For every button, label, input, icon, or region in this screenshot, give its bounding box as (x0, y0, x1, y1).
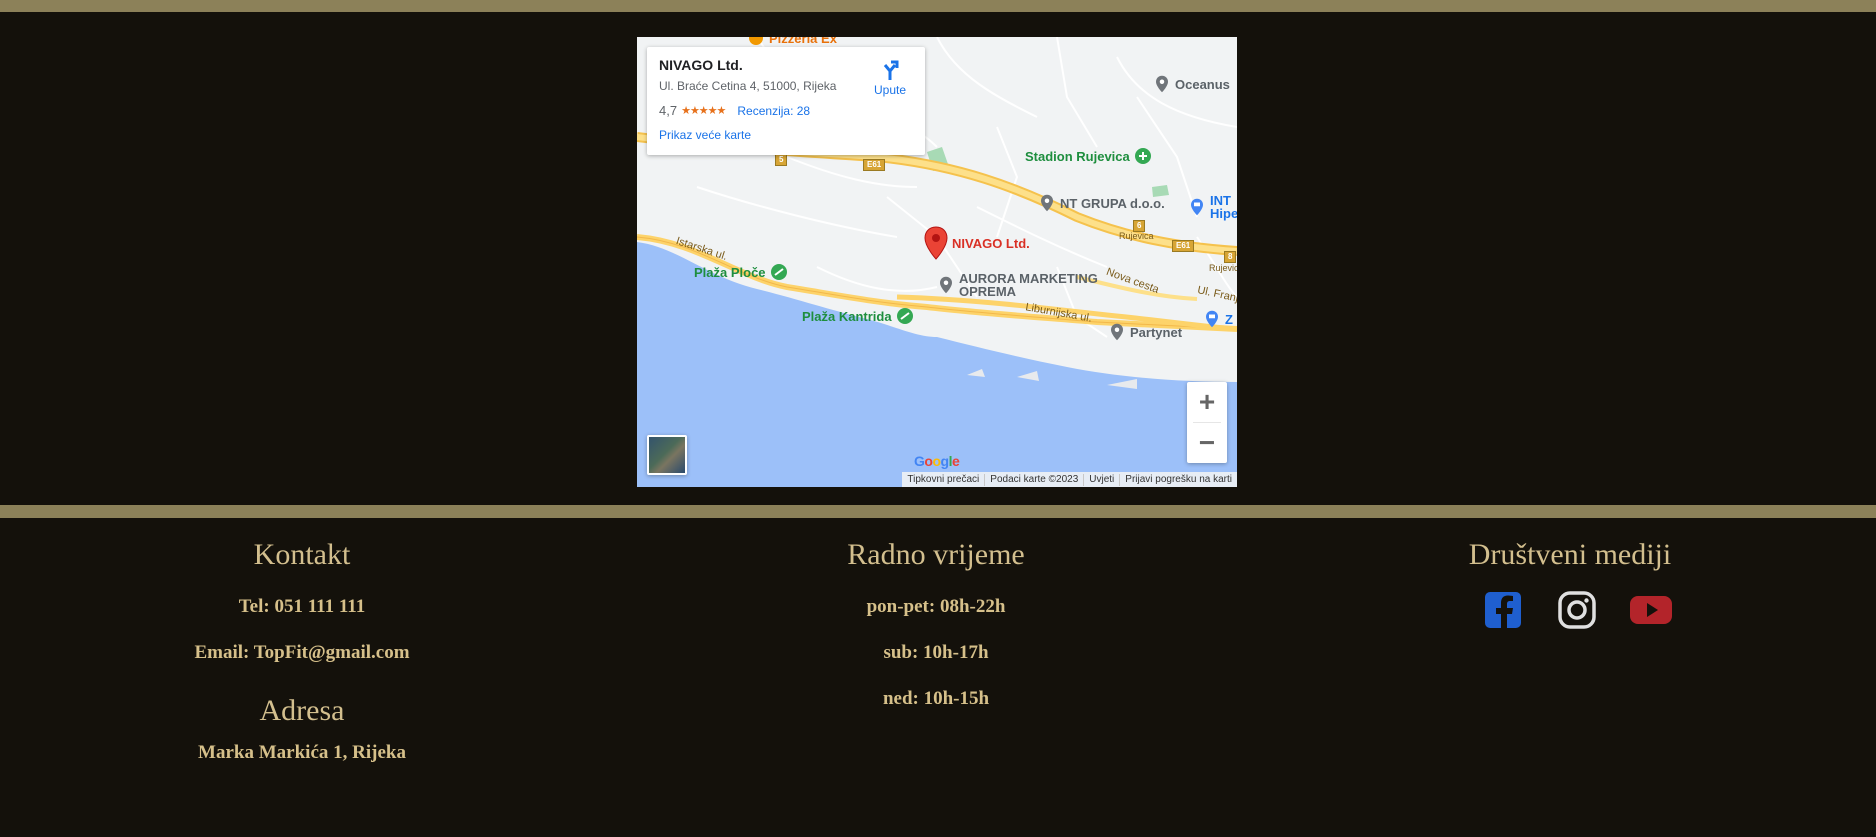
place-info-card: NIVAGO Ltd. Ul. Braće Cetina 4, 51000, R… (647, 47, 925, 155)
location-pin-icon (1041, 194, 1053, 212)
report-error-link[interactable]: Prijavi pogrešku na karti (1119, 473, 1237, 486)
location-pin-icon (1111, 323, 1123, 341)
place-aurora-marketing[interactable]: AURORA MARKETING OPREMA (937, 272, 1098, 298)
road-shield: E61 (863, 159, 886, 171)
place-label: Hipe (1210, 206, 1237, 221)
social-heading: Društveni mediji (1468, 538, 1672, 571)
bigger-map-link[interactable]: Prikaz veće karte (659, 128, 913, 142)
hours-weekdays: pon-pet: 08h-22h (866, 596, 1006, 617)
google-logo: Google (914, 453, 960, 469)
place-nt-grupa[interactable]: NT GRUPA d.o.o. (1038, 194, 1165, 212)
place-nivago[interactable]: NIVAGO Ltd. (924, 226, 1030, 260)
hours-saturday: sub: 10h-17h (883, 642, 989, 663)
footer-hours-column: Radno vrijeme pon-pet: 08h-22h sub: 10h-… (786, 540, 1086, 710)
contact-heading: Kontakt (253, 538, 351, 571)
road-shield: 8 (1224, 251, 1237, 263)
map-attribution: Tipkovni prečaci Podaci karte ©2023 Uvje… (902, 472, 1237, 487)
instagram-icon[interactable] (1555, 588, 1599, 632)
contact-phone: Tel: 051 111 111 (238, 596, 366, 617)
road-shield: E61 (1172, 240, 1195, 252)
place-z[interactable]: Z (1203, 310, 1233, 328)
road-label-rujevica: Rujevica (1119, 231, 1154, 241)
place-oceanus[interactable]: Oceanus (1153, 75, 1230, 93)
directions-icon (883, 60, 899, 80)
shopping-pin-icon (1191, 198, 1203, 216)
youtube-icon[interactable] (1629, 588, 1673, 632)
place-plaza-kantrida[interactable]: Plaža Kantrida (802, 307, 914, 325)
place-plaza-ploce[interactable]: Plaža Ploče (694, 263, 788, 281)
contact-email[interactable]: Email: TopFit@gmail.com (152, 642, 452, 664)
location-pin-icon (1156, 75, 1168, 93)
beach-pin-icon (896, 308, 913, 324)
rating-value: 4,7 (659, 103, 678, 118)
location-pin-icon (940, 276, 952, 294)
place-interspar[interactable]: INT Hipe (1188, 194, 1237, 220)
shopping-pin-icon (1206, 310, 1218, 328)
directions-label: Upute (873, 83, 907, 97)
directions-button[interactable]: Upute (865, 59, 915, 97)
keyboard-shortcuts-link[interactable]: Tipkovni prečaci (902, 474, 984, 486)
road-shield: 6 (1133, 220, 1146, 232)
footer-social-column: Društveni mediji (1420, 540, 1720, 632)
reviews-link[interactable]: Recenzija: 28 (737, 104, 810, 118)
terms-link[interactable]: Uvjeti (1083, 473, 1119, 486)
hours-heading: Radno vrijeme (847, 538, 1025, 571)
zoom-out-button[interactable]: − (1187, 423, 1227, 463)
info-card-rating-row: 4,7 ★★★★★ Recenzija: 28 (659, 103, 913, 118)
top-divider (0, 0, 1876, 12)
hours-sunday: ned: 10h-15h (882, 688, 990, 709)
footer-divider (0, 505, 1876, 518)
road-shield: 5 (775, 154, 788, 166)
zoom-in-button[interactable]: + (1187, 382, 1227, 422)
social-icons (1434, 588, 1720, 632)
stadium-pin-icon (1134, 148, 1151, 164)
footer-contact-column: Kontakt Tel: 051 111 111 Email: TopFit@g… (152, 540, 452, 764)
road-label-rujevica-2: Rujevic (1209, 263, 1237, 273)
place-pizzeria[interactable]: Pizzeria Ex (747, 37, 837, 47)
google-map[interactable]: Istarska ul. Nova cesta Ul. Franje Libur… (637, 37, 1237, 487)
place-stadion-rujevica[interactable]: Stadion Rujevica (1025, 147, 1152, 165)
place-label: OPREMA (959, 284, 1017, 299)
zoom-controls: + − (1187, 382, 1227, 463)
place-partynet[interactable]: Partynet (1108, 323, 1182, 341)
facebook-icon[interactable] (1481, 588, 1525, 632)
selected-location-pin-icon (924, 226, 948, 260)
restaurant-pin-icon (749, 37, 763, 45)
beach-pin-icon (770, 264, 787, 280)
map-data-text: Podaci karte ©2023 (984, 473, 1083, 486)
address-heading: Adresa (259, 694, 345, 727)
rating-stars-icon: ★★★★★ (681, 105, 726, 117)
satellite-layer-toggle[interactable] (647, 435, 687, 475)
address-text: Marka Markića 1, Rijeka (198, 742, 406, 763)
